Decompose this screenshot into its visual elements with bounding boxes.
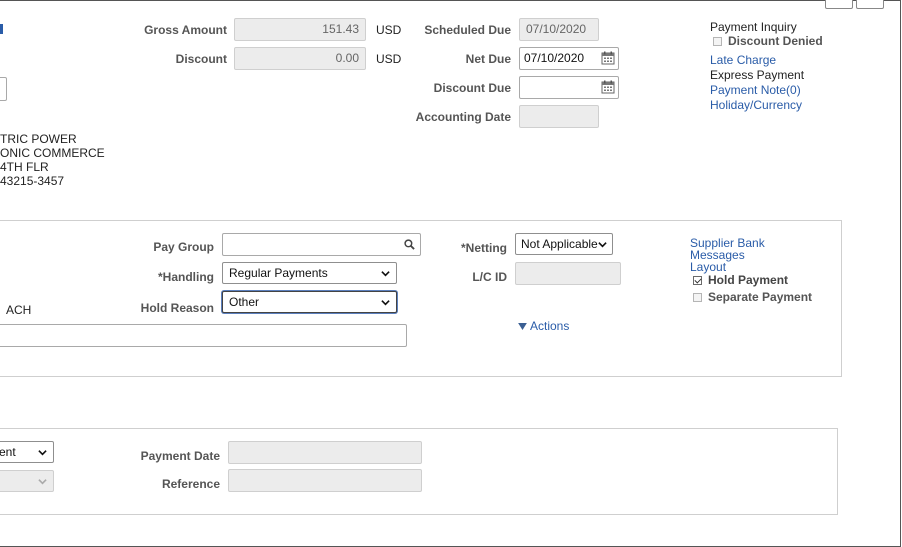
payment-secondary-select (0, 470, 54, 492)
hold-payment-label: Hold Payment (708, 273, 789, 287)
net-due-value: 07/10/2020 (524, 51, 585, 65)
handling-select[interactable]: Regular Payments (222, 262, 397, 284)
scheduled-due-label: Scheduled Due (424, 23, 511, 37)
net-due-field[interactable]: 07/10/2020 (519, 47, 619, 70)
search-icon[interactable] (404, 239, 415, 250)
address-line-2: ONIC COMMERCE (0, 146, 105, 160)
hold-reason-select[interactable]: Other (222, 291, 397, 313)
accounting-date-field (519, 105, 599, 128)
hold-payment-row: Hold Payment (693, 273, 788, 287)
payment-message-field[interactable] (0, 324, 407, 347)
discount-field: 0.00 (234, 47, 366, 70)
payment-action-select[interactable]: ent (0, 441, 54, 463)
accounting-date-label: Accounting Date (415, 110, 511, 124)
triangle-down-icon (518, 322, 527, 330)
payment-inquiry-text: Payment Inquiry (710, 20, 797, 34)
left-edge-input-fragment[interactable] (0, 77, 7, 101)
payment-action-value: ent (0, 445, 16, 459)
scheduled-due-field: 07/10/2020 (519, 18, 599, 41)
calendar-icon[interactable] (601, 80, 615, 94)
express-payment-text: Express Payment (710, 68, 805, 82)
hold-reason-value: Other (229, 295, 260, 309)
payment-note-link[interactable]: Payment Note(0) (710, 83, 801, 97)
separate-payment-label: Separate Payment (708, 290, 813, 304)
hold-reason-label: Hold Reason (140, 301, 214, 315)
hold-payment-checkbox[interactable] (693, 275, 702, 285)
actions-menu[interactable]: Actions (518, 319, 569, 333)
handling-label: *Handling (158, 270, 214, 284)
supplier-bank-link-line-3[interactable]: Layout (690, 260, 726, 274)
discount-currency: USD (376, 52, 402, 66)
lc-id-field (515, 262, 621, 285)
separate-payment-checkbox[interactable] (693, 292, 702, 302)
netting-value: Not Applicable (521, 237, 598, 251)
discount-label: Discount (175, 52, 227, 66)
gross-currency: USD (376, 23, 402, 37)
address-line-3: 4TH FLR (0, 160, 49, 174)
address-line-4: 43215-3457 (0, 174, 65, 188)
lc-id-label: L/C ID (472, 270, 507, 284)
handling-value: Regular Payments (229, 266, 328, 280)
payment-date-label: Payment Date (140, 449, 220, 463)
discount-denied-label: Discount Denied (728, 34, 823, 48)
payment-method-value: ACH (6, 303, 32, 317)
holiday-currency-link[interactable]: Holiday/Currency (710, 98, 802, 112)
gross-amount-field: 151.43 (234, 18, 366, 41)
actions-label: Actions (530, 319, 570, 333)
net-due-label: Net Due (465, 52, 511, 66)
late-charge-link[interactable]: Late Charge (710, 53, 776, 67)
reference-label: Reference (161, 477, 220, 491)
pay-group-field[interactable] (222, 233, 421, 256)
separate-payment-row: Separate Payment (693, 290, 812, 304)
discount-denied-checkbox (713, 36, 722, 46)
left-edge-link-fragment[interactable] (0, 24, 3, 34)
address-line-1: TRIC POWER (0, 132, 77, 146)
toolbar-button-1[interactable] (825, 0, 853, 9)
chevron-down-icon (38, 478, 47, 484)
chevron-down-icon (381, 299, 390, 305)
chevron-down-icon (598, 241, 607, 247)
payment-date-field (228, 441, 422, 464)
netting-select[interactable]: Not Applicable (515, 233, 613, 255)
chevron-down-icon (38, 449, 47, 455)
pay-group-label: Pay Group (153, 240, 214, 254)
discount-due-field[interactable] (519, 76, 619, 99)
gross-amount-label: Gross Amount (144, 23, 227, 37)
netting-label: *Netting (461, 241, 507, 255)
toolbar-button-2[interactable] (856, 0, 884, 9)
discount-denied-row: Discount Denied (713, 34, 823, 48)
chevron-down-icon (381, 270, 390, 276)
calendar-icon[interactable] (601, 51, 615, 65)
reference-field (228, 469, 422, 492)
discount-due-label: Discount Due (433, 81, 511, 95)
